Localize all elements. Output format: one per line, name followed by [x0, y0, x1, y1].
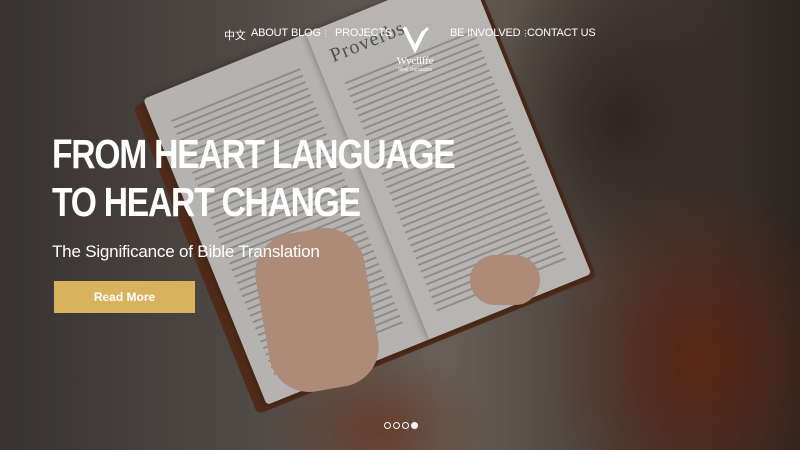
read-more-button[interactable]: Read More [54, 281, 195, 313]
nav-item-about[interactable]: ABOUT [251, 27, 288, 39]
nav-item-chinese[interactable]: 中文 [224, 27, 246, 43]
wycliffe-logo-icon [403, 27, 429, 54]
nav-item-contact-us[interactable]: CONTACT US [527, 27, 596, 39]
dropdown-icon: ⋮ [321, 29, 330, 38]
wycliffe-logo[interactable]: Wycliffe Bible Translators [393, 27, 437, 77]
headline-line-1: FROM HEART LANGUAGE [52, 131, 456, 177]
nav-item-blog[interactable]: BLOG⋮ [291, 27, 330, 39]
logo-text: Wycliffe [396, 55, 434, 67]
carousel-dot-1[interactable] [384, 422, 391, 429]
nav-item-blog-label: BLOG [291, 27, 321, 39]
hero-subtitle: The Significance of Bible Translation [52, 242, 320, 261]
main-nav: 中文 ABOUT BLOG⋮ PROJECTS Wycliffe Bible T… [0, 0, 800, 73]
hero-headline: FROM HEART LANGUAGE TO HEART CHANGE [52, 130, 456, 226]
carousel-dot-3[interactable] [402, 422, 409, 429]
carousel-dots [384, 422, 418, 429]
nav-item-projects[interactable]: PROJECTS [335, 27, 392, 39]
headline-line-2: TO HEART CHANGE [52, 179, 361, 225]
nav-item-be-involved[interactable]: BE INVOLVED⋮ [450, 27, 529, 39]
nav-item-be-involved-label: BE INVOLVED [450, 27, 521, 39]
carousel-dot-2[interactable] [393, 422, 400, 429]
hero-banner: Proverbs 中文 ABOUT BLOG⋮ PROJECTS Wycliff… [0, 0, 800, 450]
logo-subtext: Bible Translators [398, 67, 432, 73]
carousel-dot-4[interactable] [411, 422, 418, 429]
